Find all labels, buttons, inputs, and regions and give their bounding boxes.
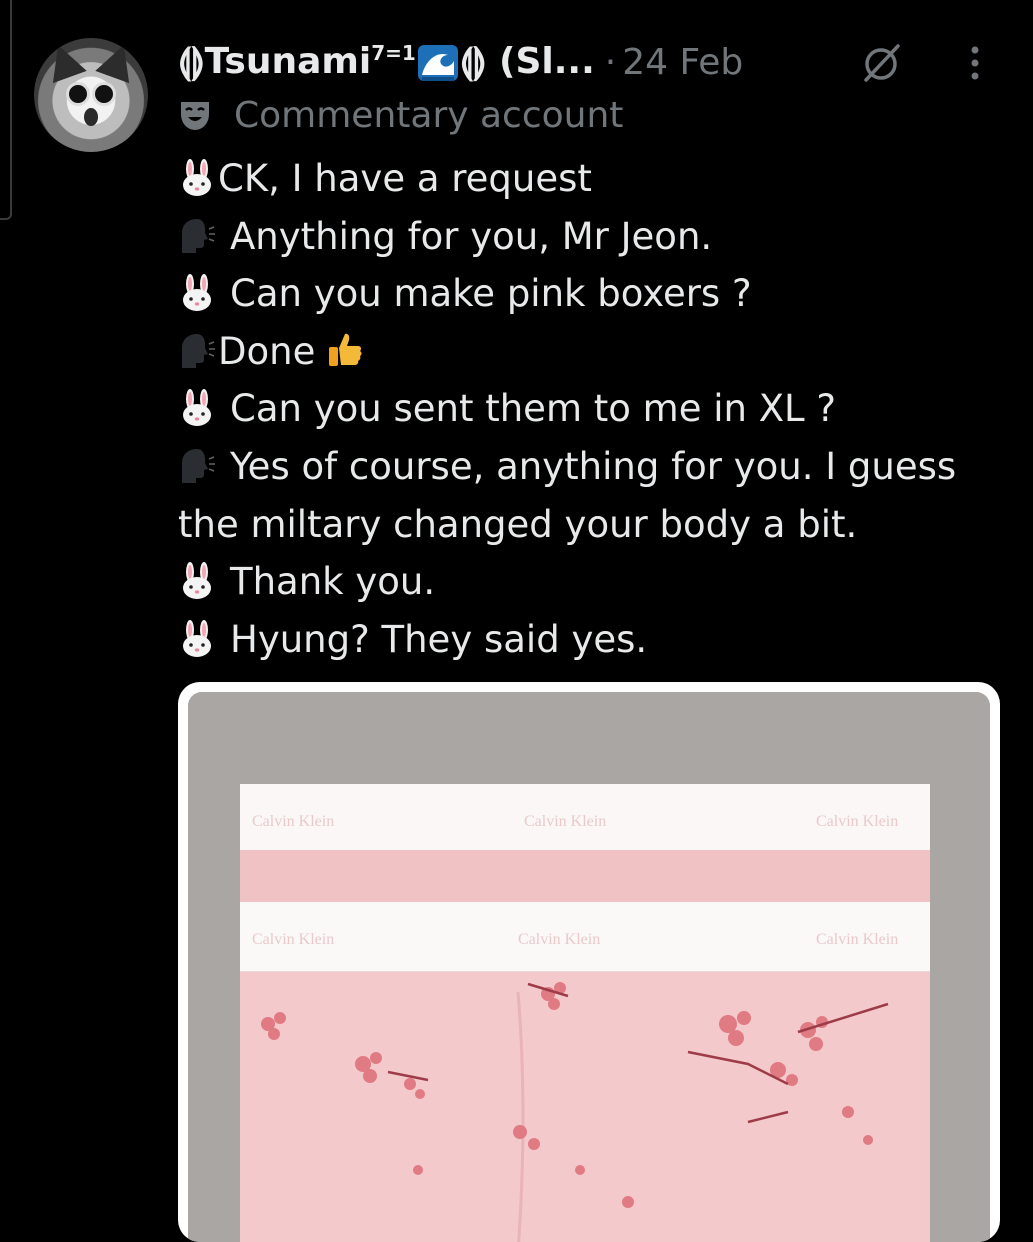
product-photo[interactable]: Calvin Klein Calvin Klein Calvin Klein C… <box>188 692 990 1242</box>
waistband-brand-text: Calvin Klein <box>252 931 334 948</box>
waistband-brand-text: Calvin Klein <box>816 813 898 830</box>
wave-icon <box>417 45 458 81</box>
waistband-brand-text: Calvin Klein <box>524 813 606 830</box>
post-text: CK, I have a request Anything for you, M… <box>178 150 1008 668</box>
text-line-content: Anything for you, Mr Jeon. <box>230 214 713 258</box>
avatar-cat-mouth <box>84 108 98 126</box>
text-line-content: Can you sent them to me in XL ? <box>230 387 837 431</box>
rabbit-face-icon <box>183 274 211 312</box>
commentary-label-text: Commentary account <box>234 94 624 136</box>
avatar-cat-ear-left <box>41 38 87 84</box>
text-line: CK, I have a request <box>178 150 1008 208</box>
commentary-label: Commentary account <box>178 92 623 138</box>
grok-icon[interactable] <box>858 40 904 86</box>
text-line: Done <box>178 323 1008 381</box>
text-line: Yes of course, anything for you. I guess… <box>178 438 1008 553</box>
pink-boxers-image: Calvin Klein Calvin Klein Calvin Klein C… <box>188 692 990 1242</box>
rabbit-face-icon <box>183 562 211 600</box>
text-line: Can you make pink boxers ? <box>178 265 1008 323</box>
more-options-icon[interactable] <box>958 40 992 86</box>
header-separator: · <box>604 41 617 83</box>
text-line-content: Yes of course, anything for you. I guess… <box>178 444 957 546</box>
waistband-brand-text: Calvin Klein <box>816 931 898 948</box>
author-name-prefix: ⟬⟭Tsunami <box>178 41 372 82</box>
text-line-content: CK, I have a request <box>218 157 592 200</box>
post-media[interactable]: Calvin Klein Calvin Klein Calvin Klein C… <box>178 682 1000 1242</box>
text-line: Thank you. <box>178 553 1008 611</box>
avatar[interactable] <box>34 38 148 152</box>
thumbs-up-icon <box>329 333 362 366</box>
speaking-head-icon <box>182 448 215 483</box>
avatar-cat-eye-right <box>92 82 116 106</box>
author-display-name[interactable]: ⟬⟭Tsunami7=1 ⟬⟭ (Sl... <box>178 41 595 83</box>
author-name-superscript: 7=1 <box>371 41 416 65</box>
waistband-brand-text: Calvin Klein <box>518 931 600 948</box>
text-line: Hyung? They said yes. <box>178 611 1008 669</box>
text-line-content: Thank you. <box>230 560 436 604</box>
text-line-content: Done <box>218 329 316 373</box>
speaking-head-icon <box>182 218 215 253</box>
text-line-content: Can you make pink boxers ? <box>230 272 752 316</box>
post-date[interactable]: 24 Feb <box>622 42 743 83</box>
avatar-cat-eye-left <box>66 82 90 106</box>
rabbit-face-icon <box>183 389 211 427</box>
text-line: Can you sent them to me in XL ? <box>178 380 1008 438</box>
author-name-suffix: ⟬⟭ (Sl... <box>459 41 595 82</box>
waistband-brand-text: Calvin Klein <box>252 813 334 830</box>
speaking-head-icon <box>182 333 215 368</box>
rabbit-face-icon <box>183 159 211 196</box>
left-edge-panel <box>0 0 12 220</box>
rabbit-face-icon <box>183 619 211 657</box>
avatar-cat-ear-right <box>95 38 141 84</box>
text-line: Anything for you, Mr Jeon. <box>178 208 1008 266</box>
text-line-content: Hyung? They said yes. <box>230 617 648 661</box>
theater-mask-icon <box>181 102 209 130</box>
